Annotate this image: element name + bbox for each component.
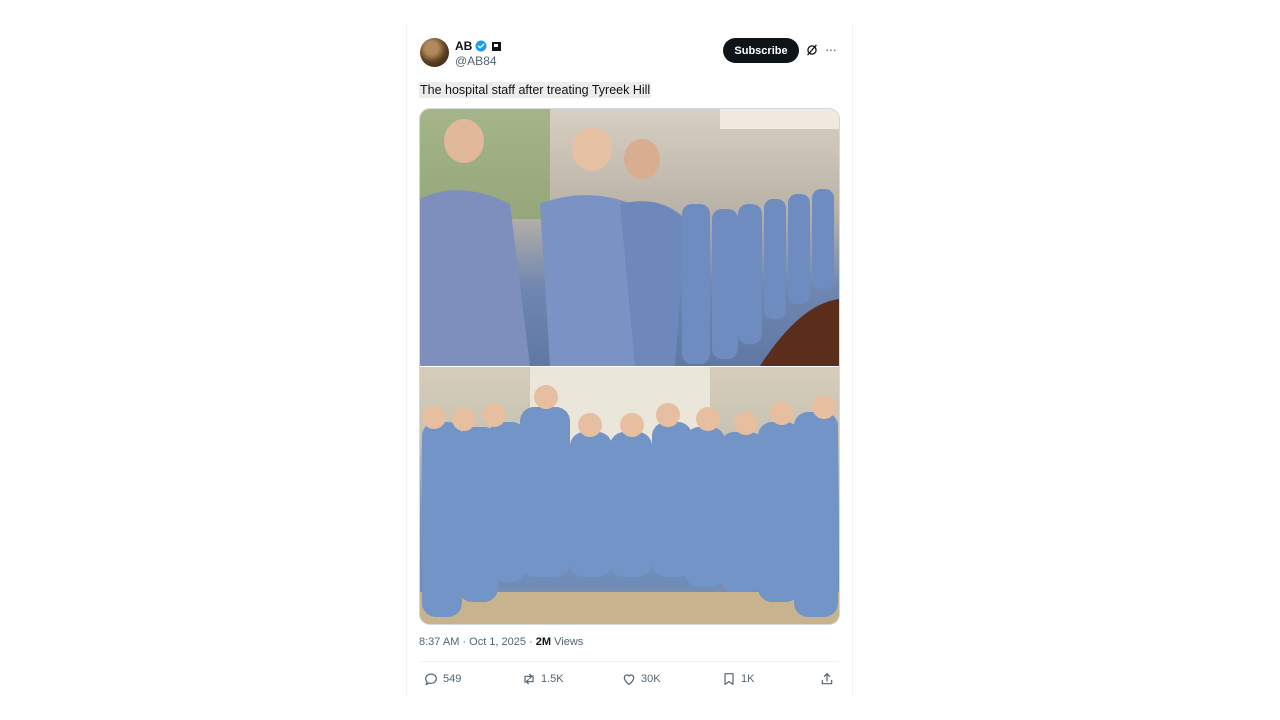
repost-icon (524, 673, 534, 685)
like-count: 30K (641, 673, 661, 685)
tweet-text: The hospital staff after treating Tyreek… (419, 82, 652, 98)
divider (419, 661, 839, 662)
bookmark-icon (724, 673, 734, 685)
photo-2-figures (420, 367, 839, 624)
views-label: Views (551, 636, 584, 648)
subscribe-button[interactable]: Subscribe (723, 38, 799, 63)
bookmark-button[interactable]: 1K (721, 671, 754, 687)
tweet-timestamp: 8:37 AM · Oct 1, 2025 · 2M Views (419, 636, 583, 648)
reply-icon (425, 673, 437, 686)
tweet-actions: 549 1.5K 30K 1K (419, 671, 839, 693)
tweet-photo-1[interactable] (420, 109, 839, 366)
views-count: 2M (535, 636, 552, 648)
share-button[interactable] (819, 671, 835, 687)
photo-1-figures (420, 109, 839, 366)
tweet-media[interactable] (419, 108, 840, 625)
bookmark-count: 1K (741, 673, 755, 685)
heart-icon (623, 674, 635, 686)
author-name-row: AB (455, 39, 502, 53)
affiliate-badge-icon (492, 41, 502, 51)
tweet-photo-2[interactable] (420, 367, 839, 624)
tweet-card: AB @AB84 Subscribe ··· The hospital staf… (406, 24, 853, 696)
repost-count: 1.5K (541, 673, 564, 685)
tweet-time[interactable]: 8:37 AM · Oct 1, 2025 · (419, 636, 536, 648)
share-icon (821, 673, 833, 685)
grok-icon[interactable] (805, 43, 819, 57)
more-options-icon[interactable]: ··· (825, 41, 837, 57)
verified-badge-icon (475, 40, 487, 52)
avatar[interactable] (420, 38, 449, 67)
reply-count: 549 (443, 673, 462, 685)
repost-button[interactable]: 1.5K (521, 671, 564, 687)
like-button[interactable]: 30K (621, 671, 661, 687)
author-handle[interactable]: @AB84 (455, 54, 497, 68)
reply-button[interactable]: 549 (423, 671, 461, 687)
author-name[interactable]: AB (455, 39, 472, 53)
